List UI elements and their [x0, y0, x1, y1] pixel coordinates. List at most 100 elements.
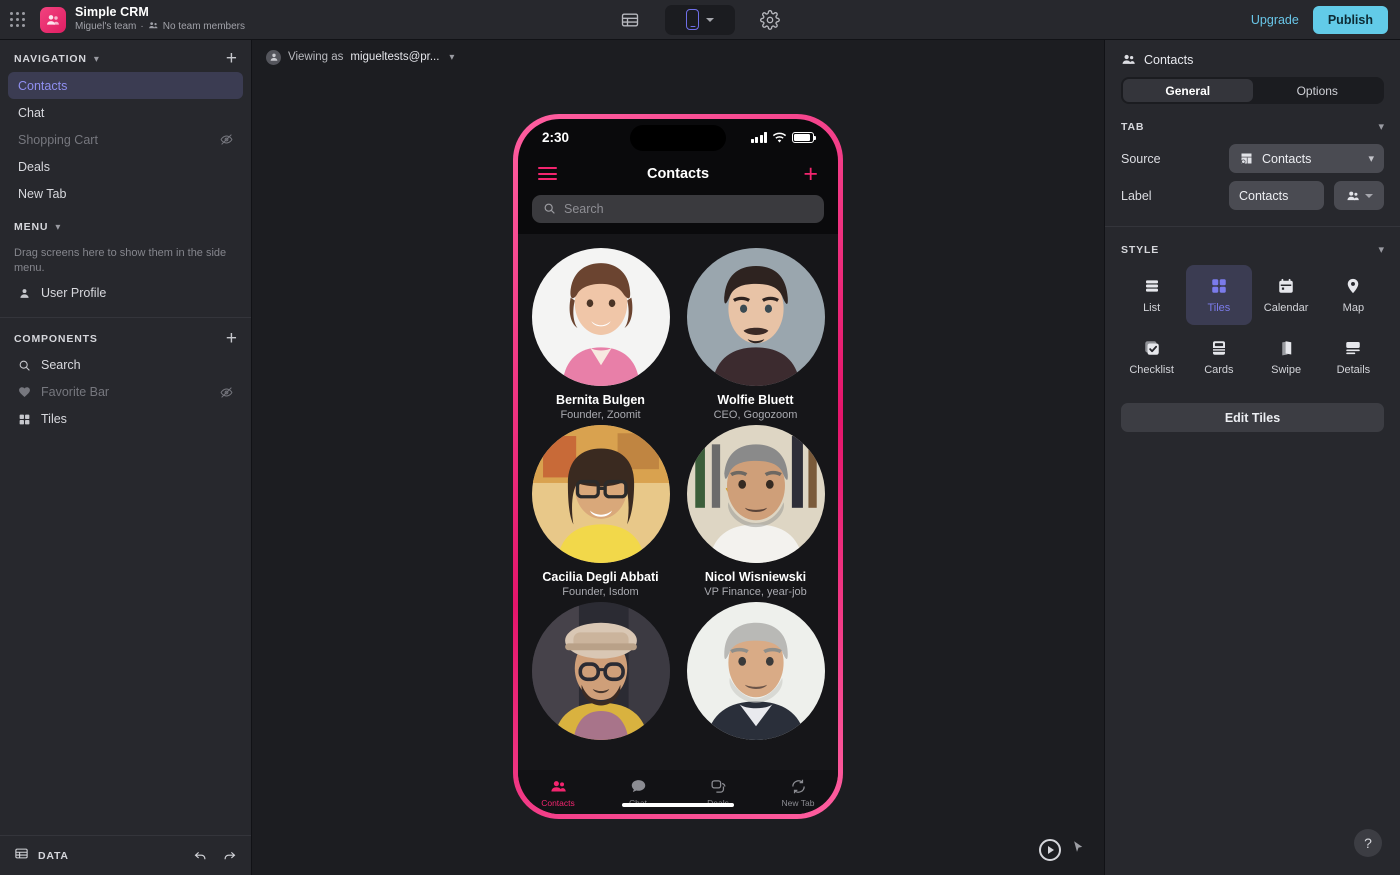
style-option-details[interactable]: Details: [1321, 327, 1386, 387]
contact-tile[interactable]: Nicol Wisniewski VP Finance, year-job: [683, 424, 828, 598]
chevron-down-icon[interactable]: ▾: [1378, 243, 1384, 256]
chevron-down-icon: [1364, 193, 1373, 198]
sidebar-item-label: Search: [41, 358, 81, 373]
stage-tools: [1039, 839, 1086, 861]
style-option-label: Calendar: [1263, 301, 1309, 314]
top-right-actions: Upgrade Publish: [1251, 5, 1400, 34]
chevron-down-icon[interactable]: ▾: [94, 54, 99, 65]
phone-tab-new-tab[interactable]: New Tab: [758, 778, 838, 808]
data-table-icon[interactable]: [14, 846, 29, 866]
style-option-label: Details: [1336, 363, 1371, 376]
help-button[interactable]: ?: [1354, 829, 1382, 857]
sidebar-item-deals[interactable]: Deals: [8, 153, 243, 180]
settings-gear-icon[interactable]: [757, 7, 783, 33]
search-input[interactable]: Search: [532, 194, 824, 223]
phone-tab-contacts[interactable]: Contacts: [518, 778, 598, 808]
source-row: Source Contacts ▾: [1105, 140, 1400, 177]
sidebar-item-label: Chat: [18, 105, 45, 120]
redo-icon[interactable]: [222, 848, 237, 863]
contacts-tile-grid[interactable]: Bernita Bulgen Founder, Zoomit Wolfie Bl…: [518, 233, 838, 770]
sidebar-item-search[interactable]: Search: [8, 352, 243, 379]
contact-tile[interactable]: [683, 601, 828, 740]
sidebar-item-label: Shopping Cart: [18, 132, 98, 147]
tab-section-title: TAB: [1121, 120, 1145, 133]
edit-tiles-button[interactable]: Edit Tiles: [1121, 403, 1384, 432]
add-component-button[interactable]: +: [226, 329, 237, 348]
add-contact-button[interactable]: +: [803, 161, 818, 186]
add-navigation-button[interactable]: +: [226, 49, 237, 68]
refresh-icon: [791, 779, 805, 793]
contact-tile[interactable]: Cacilia Degli Abbati Founder, Isdom: [528, 424, 673, 598]
chevron-down-icon[interactable]: ▾: [55, 222, 60, 233]
viewing-as-user: migueltests@pr...: [350, 51, 440, 63]
status-time: 2:30: [542, 130, 570, 145]
device-selector[interactable]: [665, 4, 735, 35]
people-icon: [1122, 54, 1135, 64]
eye-off-icon[interactable]: [220, 386, 233, 399]
chevron-down-icon[interactable]: ▾: [1378, 120, 1384, 133]
style-option-cards[interactable]: Cards: [1186, 327, 1251, 387]
contact-name: Nicol Wisniewski: [704, 569, 807, 584]
style-option-map[interactable]: Map: [1321, 265, 1386, 325]
checklist-icon: [1144, 340, 1159, 355]
sidebar-item-tiles[interactable]: Tiles: [8, 406, 243, 433]
source-select[interactable]: Contacts ▾: [1229, 144, 1384, 173]
contact-role: VP Finance, year-job: [704, 585, 807, 598]
style-option-checklist[interactable]: Checklist: [1119, 327, 1184, 387]
style-option-swipe[interactable]: Swipe: [1254, 327, 1319, 387]
undo-icon[interactable]: [193, 848, 208, 863]
team-members-icon: [148, 20, 159, 34]
details-icon: [1346, 341, 1361, 354]
contact-name: Bernita Bulgen: [556, 392, 645, 407]
contact-role: CEO, Gogozoom: [713, 408, 798, 421]
cursor-tool-icon[interactable]: [1071, 840, 1086, 860]
contact-tile[interactable]: Bernita Bulgen Founder, Zoomit: [528, 247, 673, 421]
sidebar-item-new-tab[interactable]: New Tab: [8, 180, 243, 207]
left-sidebar: NAVIGATION ▾ + Contacts Chat Shopping Ca…: [0, 40, 252, 875]
label-input[interactable]: Contacts: [1229, 181, 1324, 210]
style-option-calendar[interactable]: Calendar: [1254, 265, 1319, 325]
subtitle-separator: ·: [140, 21, 144, 33]
data-table-icon[interactable]: [617, 7, 643, 33]
sidebar-item-label: New Tab: [18, 186, 67, 201]
search-icon: [18, 359, 32, 372]
source-value: Contacts: [1262, 151, 1312, 166]
contact-role: Founder, Zoomit: [560, 408, 641, 421]
deals-icon: [710, 779, 726, 793]
source-label: Source: [1121, 151, 1161, 166]
contact-role: Founder, Isdom: [562, 585, 639, 598]
label-icon-picker[interactable]: [1334, 181, 1384, 210]
sidebar-item-favorite-bar[interactable]: Favorite Bar: [8, 379, 243, 406]
contact-photo: [531, 601, 670, 740]
style-option-list[interactable]: List: [1119, 265, 1184, 325]
tab-options[interactable]: Options: [1253, 79, 1383, 102]
play-preview-button[interactable]: [1039, 839, 1061, 861]
data-label[interactable]: DATA: [38, 850, 69, 862]
tab-general[interactable]: General: [1123, 79, 1253, 102]
app-meta: Simple CRM Miguel's team · No team membe…: [75, 5, 245, 34]
sidebar-item-user-profile[interactable]: User Profile: [8, 280, 243, 307]
avatar: [266, 49, 281, 65]
phone-screen: 2:30 Contacts + Search Bernita Bulgen Fo…: [518, 118, 838, 814]
contact-tile[interactable]: Wolfie Bluett CEO, Gogozoom: [683, 247, 828, 421]
right-panel: Contacts General Options TAB ▾ Source Co…: [1104, 40, 1400, 875]
sidebar-item-contacts[interactable]: Contacts: [8, 72, 243, 99]
sidebar-item-chat[interactable]: Chat: [8, 99, 243, 126]
label-label: Label: [1121, 188, 1152, 203]
contact-tile[interactable]: [528, 601, 673, 740]
chat-icon: [631, 779, 645, 792]
style-option-tiles[interactable]: Tiles: [1186, 265, 1252, 325]
hamburger-menu-icon[interactable]: [538, 167, 557, 180]
eye-off-icon[interactable]: [220, 133, 233, 146]
apps-grid-icon[interactable]: [10, 11, 26, 28]
style-option-label: Map: [1342, 301, 1365, 314]
sidebar-item-shopping-cart[interactable]: Shopping Cart: [8, 126, 243, 153]
viewing-as-bar[interactable]: Viewing as migueltests@pr... ▾: [252, 43, 1104, 71]
sidebar-footer: DATA: [0, 835, 251, 875]
sidebar-item-label: Tiles: [41, 412, 67, 427]
upgrade-link[interactable]: Upgrade: [1251, 13, 1299, 27]
people-icon: [550, 780, 566, 791]
table-source-icon: [1241, 153, 1252, 164]
chevron-down-icon[interactable]: ▾: [449, 52, 454, 63]
publish-button[interactable]: Publish: [1312, 5, 1388, 34]
